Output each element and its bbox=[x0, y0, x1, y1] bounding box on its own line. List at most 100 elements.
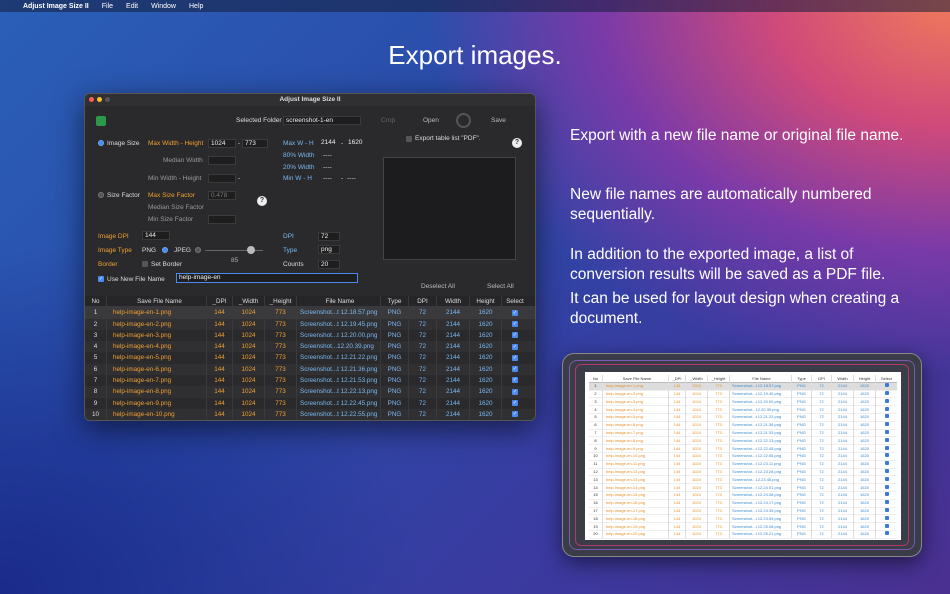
pdf-select-cell bbox=[876, 460, 897, 468]
deselect-all-button[interactable]: Deselect All bbox=[421, 283, 455, 290]
pdf-cell-height: 1620 bbox=[854, 405, 876, 414]
table-row[interactable]: 6 help-image-en-6.png 144 1024 773 Screenshot… bbox=[85, 363, 535, 376]
cell-save-file-name: help-image-en-8.png bbox=[107, 386, 207, 398]
col-height[interactable]: Height bbox=[470, 296, 502, 307]
pdf-select-cell bbox=[876, 507, 897, 515]
table-row[interactable]: 8 help-image-en-8.png 144 1024 773 Screenshot… bbox=[85, 386, 535, 398]
select-checkbox[interactable]: ✓ bbox=[512, 411, 518, 418]
pdf-cell-save-file-name: help-image-en-18.png bbox=[603, 514, 669, 523]
max-wh-width: 2144 bbox=[321, 139, 336, 146]
select-checkbox[interactable]: ✓ bbox=[512, 354, 518, 361]
select-checkbox[interactable]: ✓ bbox=[512, 377, 518, 384]
help-icon[interactable]: ? bbox=[512, 138, 522, 148]
table-row[interactable]: 2 help-image-en-2.png 144 1024 773 Screenshot… bbox=[85, 318, 535, 330]
cell-out-dpi: 144 bbox=[207, 408, 233, 420]
select-checkbox[interactable]: ✓ bbox=[512, 320, 518, 327]
select-checkbox[interactable]: ✓ bbox=[512, 343, 518, 350]
info-counts-value: 20 bbox=[318, 260, 340, 269]
pdf-cell-out-height: 773 bbox=[708, 413, 730, 422]
col-width[interactable]: Width bbox=[437, 296, 470, 307]
set-border-checkbox[interactable] bbox=[142, 261, 148, 267]
pdf-cell-dpi: 72 bbox=[812, 429, 832, 437]
save-button[interactable]: Save bbox=[491, 117, 506, 124]
cell-out-dpi: 144 bbox=[207, 352, 233, 364]
col-type[interactable]: Type bbox=[381, 296, 409, 307]
table-header: No Save File Name _DPI _Width _Height Fi… bbox=[85, 296, 535, 308]
select-checkbox[interactable]: ✓ bbox=[512, 366, 518, 373]
pdf-preview-device: No Save File Name _DPI _Width _Height Fi… bbox=[562, 353, 922, 557]
cell-file-name: Screenshot...t 12.21.36.png bbox=[297, 363, 381, 376]
max-height-field[interactable]: 773 bbox=[242, 139, 268, 148]
jpeg-radio[interactable] bbox=[195, 247, 201, 253]
pdf-cell-out-height: 773 bbox=[708, 444, 730, 453]
cell-dpi: 72 bbox=[409, 329, 437, 342]
select-checkbox[interactable]: ✓ bbox=[512, 400, 518, 406]
min-size-factor-field[interactable] bbox=[208, 215, 236, 224]
pdf-cell-out-dpi: 144 bbox=[669, 514, 686, 523]
pdf-cell-out-width: 1024 bbox=[686, 475, 708, 484]
open-button[interactable]: Open bbox=[423, 117, 439, 124]
png-radio[interactable] bbox=[162, 247, 168, 253]
col-out-dpi[interactable]: _DPI bbox=[207, 296, 233, 307]
slider-knob[interactable] bbox=[247, 246, 255, 254]
cell-out-width: 1024 bbox=[233, 397, 265, 409]
table-row[interactable]: 7 help-image-en-7.png 144 1024 773 Screenshot… bbox=[85, 375, 535, 387]
new-file-name-input[interactable]: help-image-en bbox=[176, 273, 358, 283]
select-checkbox[interactable]: ✓ bbox=[512, 332, 518, 339]
pdf-cell-width: 2144 bbox=[832, 444, 854, 453]
pdf-cell-dpi: 72 bbox=[812, 405, 832, 414]
select-checkbox[interactable]: ✓ bbox=[512, 388, 518, 395]
col-out-width[interactable]: _Width bbox=[233, 296, 265, 307]
pdf-cell-out-height: 773 bbox=[708, 382, 730, 391]
min-width-field[interactable] bbox=[208, 174, 236, 183]
cell-no: 1 bbox=[85, 307, 107, 319]
info-counts-label: Counts bbox=[283, 261, 304, 268]
app-grid-icon[interactable] bbox=[96, 116, 106, 126]
col-save-file-name[interactable]: Save File Name bbox=[107, 296, 207, 307]
menu-window[interactable]: Window bbox=[151, 3, 176, 10]
median-width-field[interactable] bbox=[208, 156, 236, 165]
table-row[interactable]: 9 help-image-en-9.png 144 1024 773 Screenshot… bbox=[85, 397, 535, 409]
select-checkbox[interactable]: ✓ bbox=[512, 309, 518, 316]
select-all-button[interactable]: Select All bbox=[487, 283, 514, 290]
col-no[interactable]: No bbox=[85, 296, 107, 307]
use-new-name-checkbox[interactable]: ✓ bbox=[98, 276, 104, 282]
menu-edit[interactable]: Edit bbox=[126, 3, 138, 10]
pdf-select-checkbox bbox=[884, 437, 889, 442]
table-row[interactable]: 1 help-image-en-1.png 144 1024 773 Screenshot… bbox=[85, 307, 535, 319]
image-type-label: Image Type bbox=[98, 247, 132, 254]
col-select[interactable]: Select bbox=[502, 296, 528, 306]
col-dpi[interactable]: DPI bbox=[409, 296, 437, 307]
image-size-radio[interactable] bbox=[98, 140, 104, 146]
pdf-cell-out-dpi: 144 bbox=[669, 382, 686, 391]
help-icon[interactable]: ? bbox=[257, 196, 267, 206]
pdf-cell-width: 2144 bbox=[832, 405, 854, 414]
pdf-cell-no: 6 bbox=[589, 421, 603, 430]
pdf-cell-type: PNG bbox=[792, 405, 812, 414]
image-dpi-field[interactable]: 144 bbox=[142, 231, 170, 240]
pdf-cell-save-file-name: help-image-en-1.png bbox=[603, 382, 669, 391]
menu-file[interactable]: File bbox=[102, 3, 113, 10]
crop-button[interactable]: Crop bbox=[381, 117, 395, 124]
border-label: Border bbox=[98, 261, 118, 268]
max-size-factor-field[interactable]: 0.478 bbox=[208, 191, 236, 200]
col-out-height[interactable]: _Height bbox=[265, 296, 297, 307]
pdf-cell-height: 1620 bbox=[854, 397, 876, 406]
table-row[interactable]: 10 help-image-en-10.png 144 1024 773 Screensh… bbox=[85, 408, 535, 420]
max-width-field[interactable]: 1024 bbox=[208, 139, 236, 148]
menu-app-name[interactable]: Adjust Image Size II bbox=[23, 3, 89, 10]
pdf-cell-width: 2144 bbox=[832, 452, 854, 461]
table-row[interactable]: 3 help-image-en-3.png 144 1024 773 Screenshot… bbox=[85, 329, 535, 342]
cell-file-name: Screenshot...t 12.21.53.png bbox=[297, 375, 381, 387]
cell-height: 1620 bbox=[470, 329, 502, 342]
export-pdf-checkbox[interactable] bbox=[406, 136, 412, 142]
median-width-label: Median Width bbox=[163, 157, 203, 164]
pdf-cell-type: PNG bbox=[792, 413, 812, 422]
menu-help[interactable]: Help bbox=[189, 3, 203, 10]
table-row[interactable]: 4 help-image-en-4.png 144 1024 773 Screenshot… bbox=[85, 341, 535, 353]
pdf-cell-dpi: 72 bbox=[812, 514, 832, 523]
size-factor-radio[interactable] bbox=[98, 192, 104, 198]
col-file-name[interactable]: File Name bbox=[297, 296, 381, 307]
table-row[interactable]: 5 help-image-en-5.png 144 1024 773 Screenshot… bbox=[85, 352, 535, 364]
cell-no: 10 bbox=[85, 408, 107, 420]
